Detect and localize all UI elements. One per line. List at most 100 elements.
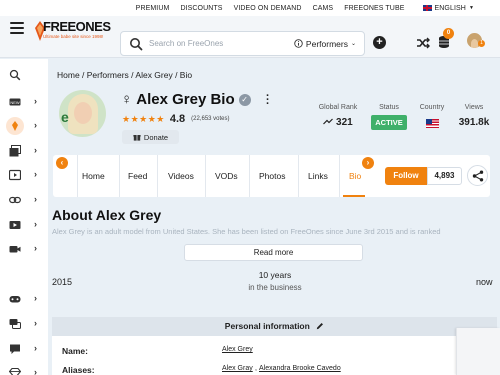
donate-button[interactable]: Donate (122, 130, 179, 144)
alias-link[interactable]: Alex Gray (222, 365, 253, 372)
career-start-year: 2015 (52, 277, 73, 287)
sidebar-item-premium[interactable]: › (0, 361, 48, 375)
profile-photo[interactable]: e (59, 90, 106, 137)
about-heading: About Alex Grey (52, 207, 162, 223)
read-more-button[interactable]: Read more (184, 244, 363, 261)
sidebar-item-chat[interactable]: › (0, 337, 48, 361)
views-value: 391.8k (458, 117, 490, 128)
sidebar-item-freeones[interactable]: › (0, 114, 48, 138)
follower-count: 4,893 (427, 167, 462, 185)
about-text: Alex Grey is an adult model from United … (52, 227, 441, 236)
sidebar-item-links[interactable]: › (0, 188, 48, 212)
female-icon: ♀ (121, 91, 133, 108)
edit-icon[interactable] (316, 322, 324, 330)
coin-count-badge: 0 (443, 28, 454, 39)
chevron-right-icon: › (34, 96, 37, 106)
chevron-down-icon: ▼ (468, 5, 474, 11)
new-icon: NEW (9, 98, 21, 106)
trend-up-icon (323, 118, 334, 125)
chevron-right-icon: › (34, 293, 37, 303)
aliases-label: Aliases: (62, 365, 95, 375)
chevron-down-icon: ⌄ (350, 41, 356, 47)
share-button[interactable] (467, 165, 488, 186)
tab-photos[interactable]: Photos (259, 171, 285, 181)
discounts-link[interactable]: DISCOUNTS (180, 5, 222, 12)
menu-icon[interactable] (10, 22, 24, 37)
rating-votes: (22,653 votes) (191, 116, 230, 122)
sidebar-item-photos[interactable]: › (0, 139, 48, 163)
sidebar-item-videos[interactable]: › (0, 163, 48, 187)
premium-link[interactable]: PREMIUM (136, 5, 170, 12)
tab-links[interactable]: Links (308, 171, 328, 181)
tab-feed[interactable]: Feed (128, 171, 147, 181)
verified-icon: ✓ (238, 93, 251, 106)
rating-value: 4.8 (169, 113, 186, 125)
chat-icon (10, 344, 20, 354)
name-value-link[interactable]: Alex Grey (222, 346, 253, 353)
rating[interactable]: ★★★★★ 4.8 (22,653 votes) (122, 113, 230, 125)
personal-info-header: Personal information (52, 317, 497, 336)
alias-separator: , (255, 365, 257, 372)
tab-videos[interactable]: Videos (168, 171, 194, 181)
alias-link[interactable]: Alexandra Brooke Cavedo (259, 365, 341, 372)
global-rank-stat: Global Rank 321 (313, 104, 363, 128)
search-category-select[interactable]: Performers ⌄ (294, 39, 364, 49)
video-on-demand-link[interactable]: VIDEO ON DEMAND (234, 5, 302, 12)
status-label: Status (379, 104, 399, 111)
page-title: ♀ Alex Grey Bio ✓ (121, 91, 251, 108)
more-options-icon[interactable]: · · · (266, 91, 270, 110)
star-rating-icon[interactable]: ★★★★★ (122, 114, 165, 125)
sidebar-item-search[interactable] (0, 63, 48, 87)
name-label: Name: (62, 346, 88, 356)
tabs-scroll-right-button[interactable]: › (362, 157, 374, 169)
sidebar-item-cams[interactable]: › (0, 237, 48, 261)
info-icon (294, 39, 303, 48)
personal-info-heading: Personal information (224, 321, 310, 331)
donate-label: Donate (143, 132, 169, 142)
search-bar[interactable]: Search on FreeOnes Performers ⌄ (120, 31, 365, 56)
logo-tagline: Ultimate babe site since 1998! (43, 34, 104, 39)
tabs-scroll-left-button[interactable]: ‹ (56, 157, 68, 169)
shuffle-icon[interactable] (416, 37, 430, 49)
search-icon (9, 69, 21, 81)
sidebar-item-games[interactable]: › (0, 287, 48, 311)
career-duration: 10 years in the business (230, 270, 320, 292)
sidebar-item-new[interactable]: NEW › (0, 90, 48, 114)
notification-badge: 1 (478, 40, 485, 47)
diamond-icon (9, 367, 21, 375)
page-title-text: Alex Grey Bio (136, 91, 235, 108)
gift-icon (133, 135, 141, 141)
tab-bio[interactable]: Bio (349, 171, 361, 181)
search-icon (130, 37, 143, 50)
active-tab-indicator (343, 195, 365, 197)
cams-link[interactable]: CAMS (313, 5, 334, 12)
chevron-right-icon: › (34, 343, 37, 353)
chevron-right-icon: › (34, 243, 37, 253)
country-label: Country (419, 104, 445, 111)
chevron-right-icon: › (34, 219, 37, 229)
sidebar-item-vod[interactable]: › (0, 213, 48, 237)
chevron-right-icon: › (34, 169, 37, 179)
share-icon (472, 170, 484, 182)
chevron-right-icon: › (34, 120, 37, 130)
recaptcha-badge[interactable] (456, 328, 500, 375)
chevron-right-icon: › (34, 145, 37, 155)
sidebar-item-forum[interactable]: › (0, 312, 48, 336)
freeones-tube-link[interactable]: FREEONES TUBE (344, 5, 404, 12)
language-label: ENGLISH (434, 4, 466, 12)
add-button[interactable]: + (373, 36, 386, 49)
link-icon (9, 196, 21, 204)
site-logo[interactable]: FREEONES Ultimate babe site since 1998! (33, 17, 113, 47)
tab-vods[interactable]: VODs (215, 171, 238, 181)
breadcrumb[interactable]: Home / Performers / Alex Grey / Bio (57, 70, 192, 80)
camera-icon (9, 246, 21, 253)
us-flag-icon (425, 119, 439, 128)
search-input[interactable]: Search on FreeOnes (149, 39, 294, 48)
global-rank-value: 321 (313, 117, 363, 128)
freeones-icon (12, 121, 18, 131)
status-badge: ACTIVE (371, 115, 407, 130)
country-stat: Country (413, 104, 451, 133)
follow-button[interactable]: Follow (385, 167, 427, 185)
tab-home[interactable]: Home (82, 171, 105, 181)
language-selector[interactable]: ENGLISH ▼ (422, 4, 475, 12)
